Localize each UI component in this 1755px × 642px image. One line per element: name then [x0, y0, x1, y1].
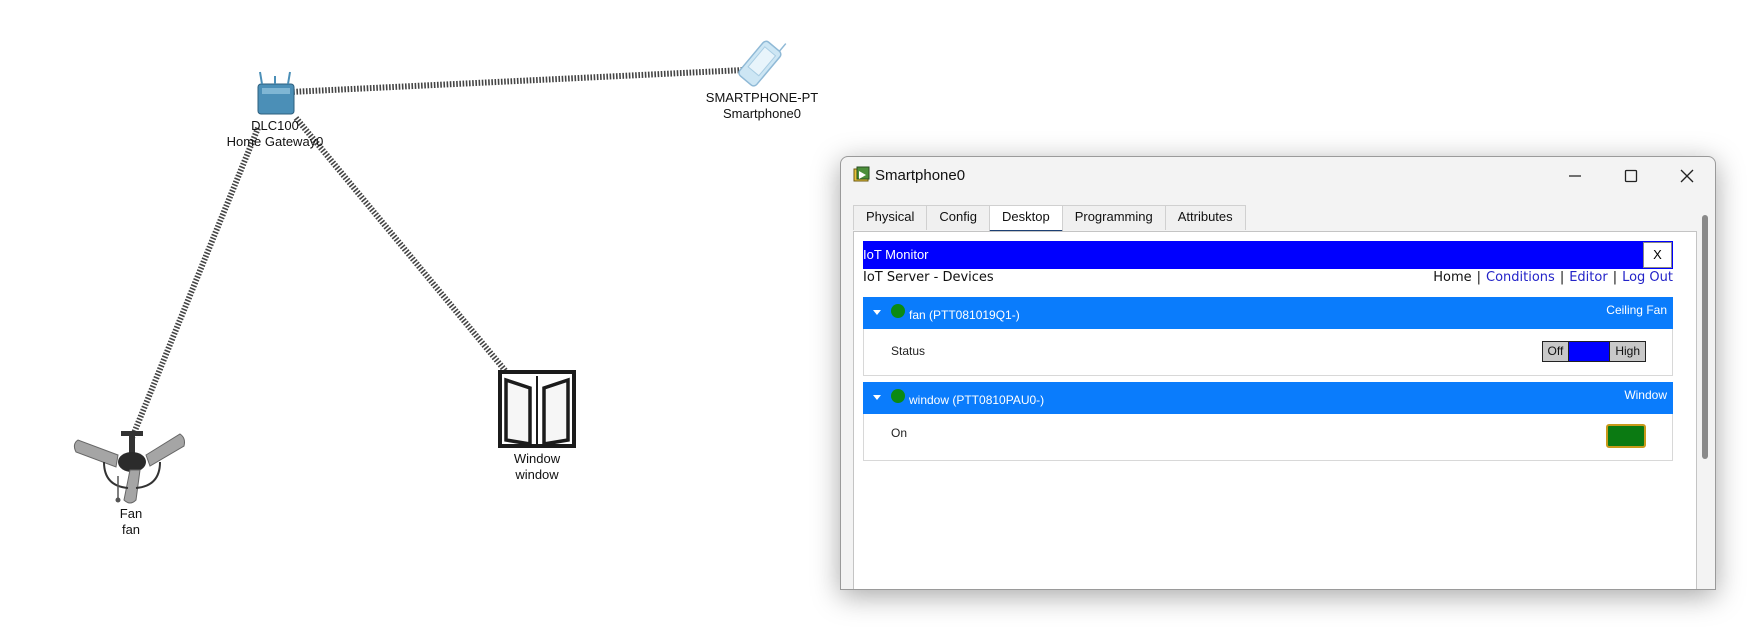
link-gateway-window — [293, 116, 511, 376]
smartphone-icon[interactable] — [737, 32, 789, 88]
tab-programming[interactable]: Programming — [1061, 205, 1166, 230]
close-window-button[interactable] — [1659, 157, 1715, 195]
device-name: window (PTT0810PAU0-) — [909, 393, 1045, 407]
device-header-fan[interactable]: fan (PTT081019Q1-) Ceiling Fan — [863, 297, 1673, 329]
device-type: Ceiling Fan — [1606, 303, 1667, 317]
smartphone-name: Smartphone0 — [722, 106, 802, 121]
server-nav: Home | Conditions | Editor | Log Out — [1433, 270, 1673, 285]
nav-logout-link[interactable]: Log Out — [1622, 270, 1673, 285]
nav-home-link[interactable]: Home — [1433, 270, 1471, 285]
server-nav-row: IoT Server - Devices Home | Conditions | Edi… — [863, 270, 1673, 288]
window-label: Window window — [514, 451, 560, 483]
status-dot-icon — [891, 304, 905, 318]
gateway-model: DLC100 — [251, 118, 299, 133]
expand-caret-icon[interactable] — [873, 395, 881, 400]
fan-name: fan — [121, 522, 141, 537]
nav-editor-link[interactable]: Editor — [1569, 270, 1607, 285]
expand-caret-icon[interactable] — [873, 310, 881, 315]
smartphone-window: Smartphone0 Physical Config Desktop Prog… — [840, 156, 1716, 590]
link-gateway-smartphone — [289, 67, 745, 95]
device-header-window[interactable]: window (PTT0810PAU0-) Window — [863, 382, 1673, 414]
device-name: fan (PTT081019Q1-) — [909, 308, 1020, 322]
nav-conditions-link[interactable]: Conditions — [1486, 270, 1555, 285]
tab-desktop[interactable]: Desktop — [989, 205, 1063, 233]
smartphone-label: SMARTPHONE-PT Smartphone0 — [706, 90, 818, 122]
iot-monitor-header: IoT Monitor X — [863, 241, 1673, 269]
fan-speed-control[interactable]: Off High — [1541, 341, 1646, 362]
status-dot-icon — [891, 389, 905, 403]
tab-config[interactable]: Config — [926, 205, 990, 230]
property-label: On — [891, 426, 908, 440]
nav-separator: | — [1476, 270, 1481, 285]
window-on-toggle[interactable] — [1606, 424, 1646, 448]
gateway-label: DLC100 Home Gateway0 — [227, 118, 324, 150]
property-label: Status — [891, 344, 926, 358]
iot-monitor-close-button[interactable]: X — [1643, 242, 1672, 268]
close-icon — [1680, 169, 1694, 183]
window-title: Smartphone0 — [875, 167, 966, 184]
nav-separator: | — [1612, 270, 1618, 285]
fan-off-button[interactable]: Off — [1542, 342, 1570, 361]
packet-tracer-app-icon — [853, 166, 870, 182]
tab-bar: Physical Config Desktop Programming Attr… — [853, 205, 1246, 233]
fan-model: Fan — [119, 506, 143, 521]
device-body-fan: Status Off High — [863, 329, 1673, 376]
server-title: IoT Server - Devices — [863, 270, 994, 285]
desktop-panel: IoT Monitor X IoT Server - Devices Home |… — [853, 231, 1697, 589]
title-bar[interactable]: Smartphone0 — [841, 157, 1715, 195]
maximize-icon — [1624, 169, 1638, 183]
fan-low-button[interactable] — [1569, 342, 1610, 361]
ceiling-fan-icon[interactable] — [73, 431, 185, 504]
tab-attributes[interactable]: Attributes — [1164, 205, 1246, 230]
window-name: window — [515, 467, 559, 482]
tab-physical[interactable]: Physical — [853, 205, 928, 230]
wireless-links — [129, 67, 745, 440]
device-type: Window — [1624, 388, 1667, 402]
device-body-window: On — [863, 414, 1673, 461]
iot-monitor-title: IoT Monitor — [863, 247, 929, 262]
nav-separator: | — [1559, 270, 1565, 285]
minimize-icon — [1569, 175, 1581, 177]
window-model: Window — [513, 451, 561, 466]
gateway-icon[interactable] — [257, 71, 295, 115]
smartphone-model: SMARTPHONE-PT — [705, 90, 819, 105]
minimize-button[interactable] — [1547, 157, 1603, 195]
fan-high-button[interactable]: High — [1609, 342, 1645, 361]
gateway-name: Home Gateway0 — [226, 134, 324, 149]
link-gateway-fan — [129, 126, 261, 440]
window-icon[interactable] — [498, 370, 576, 448]
scrollbar-thumb[interactable] — [1702, 215, 1708, 459]
maximize-button[interactable] — [1603, 157, 1659, 195]
fan-label: Fan fan — [120, 506, 142, 538]
